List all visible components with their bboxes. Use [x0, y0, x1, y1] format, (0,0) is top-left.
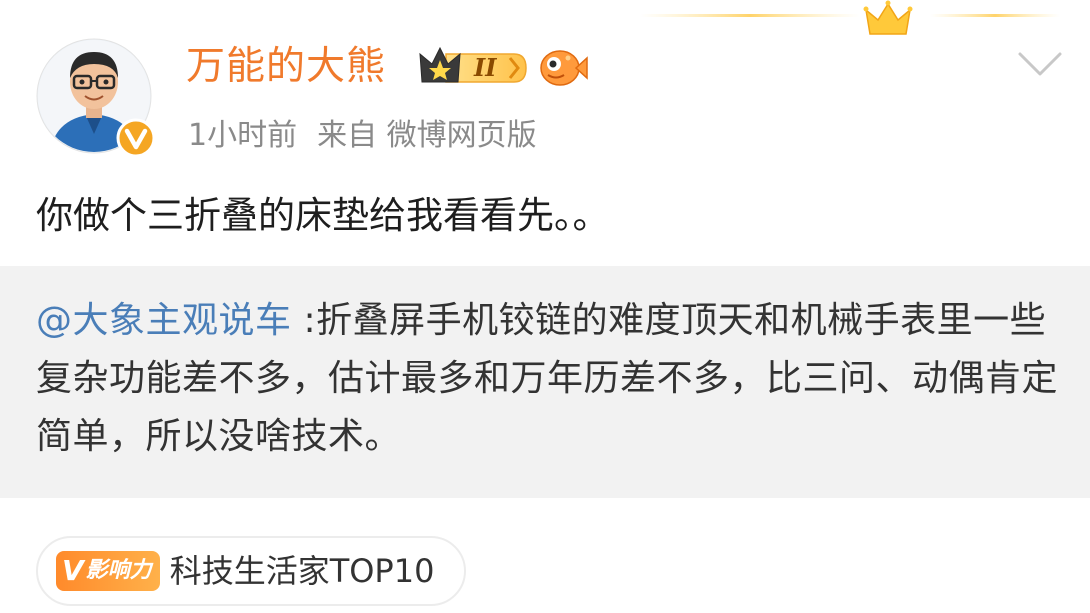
influence-text: 科技生活家TOP10: [169, 552, 435, 590]
chevron-down-icon[interactable]: [1014, 46, 1066, 82]
post-text: 你做个三折叠的床垫给我看看先。。: [36, 194, 610, 237]
author-name[interactable]: 万能的大熊: [186, 42, 386, 92]
fish-badge-icon[interactable]: [538, 44, 588, 90]
influence-badge-letter: V: [62, 554, 84, 587]
avatar[interactable]: [36, 38, 156, 158]
source-prefix: 来自: [317, 118, 378, 153]
crown-member-badge[interactable]: II: [418, 46, 530, 90]
influence-badge: V 影响力: [56, 551, 160, 591]
post-time: 1小时前: [188, 118, 298, 153]
post-meta: 1小时前 来自 微博网页版: [188, 114, 537, 158]
influence-tag[interactable]: V 影响力 科技生活家TOP10: [36, 536, 467, 606]
mention-link[interactable]: @大象主观说车: [36, 300, 292, 341]
weibo-post: 万能的大熊 II 1小时前 来自 微博网页版 你做个三折叠的床垫给我看看先。。 …: [0, 0, 1090, 613]
post-source[interactable]: 微博网页版: [387, 118, 537, 153]
influence-badge-label: 影响力: [85, 558, 152, 583]
crown-icon: [640, 0, 1060, 35]
quoted-repost[interactable]: @大象主观说车 :折叠屏手机铰链的难度顶天和机械手表里一些复杂功能差不多，估计最…: [0, 266, 1090, 498]
quote-text: @大象主观说车 :折叠屏手机铰链的难度顶天和机械手表里一些复杂功能差不多，估计最…: [36, 292, 1066, 466]
member-level-label: II: [474, 53, 497, 82]
verified-v-icon: [116, 118, 156, 158]
